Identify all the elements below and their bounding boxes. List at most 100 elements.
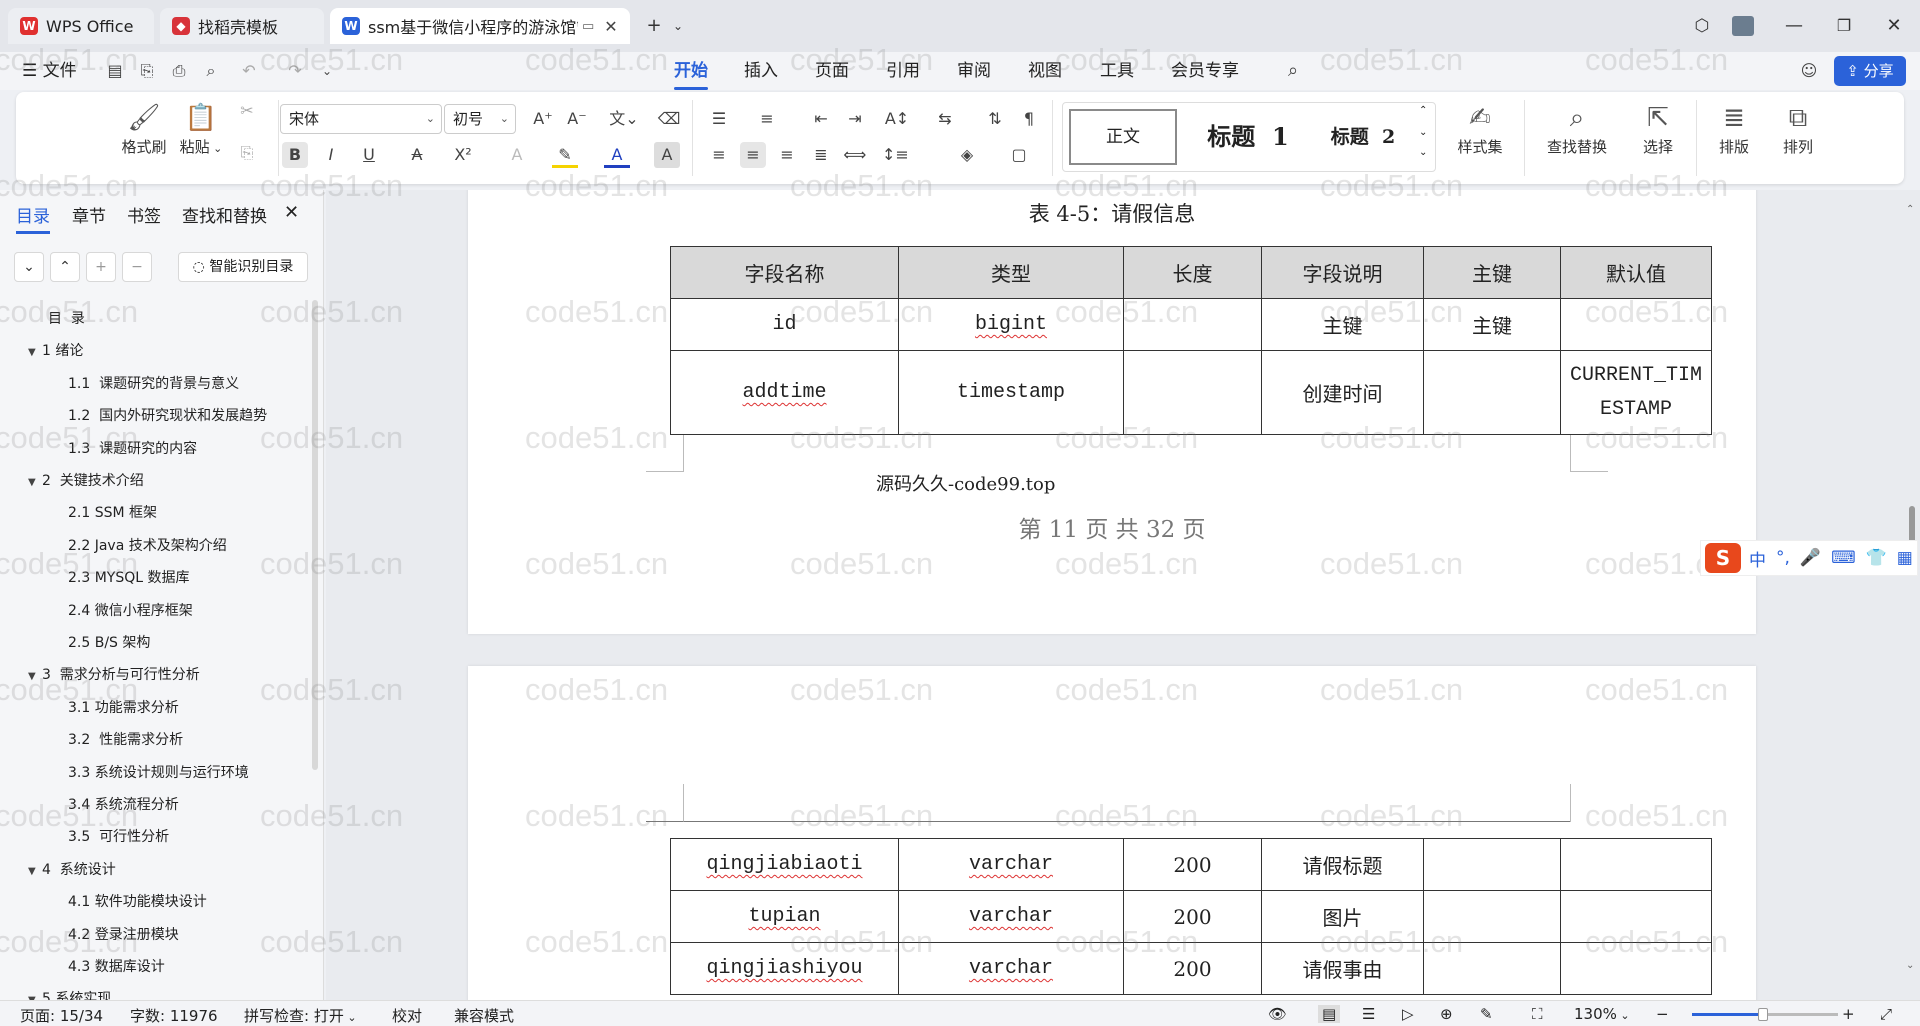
toc-item[interactable]: 3.4 系统流程分析 [68,794,179,814]
smart-toc-button[interactable]: ◌ 智能识别目录 [178,252,308,282]
chat-icon[interactable]: ☺ [1796,58,1822,84]
export-icon[interactable]: ⎘ [134,58,160,84]
undo-icon[interactable]: ↶ [236,58,262,84]
expand-caret-icon[interactable]: ▼ [28,347,42,358]
menu-view[interactable]: 视图 [1028,58,1062,84]
zoom-select[interactable]: 130% ⌄ [1574,1005,1630,1023]
share-button[interactable]: ⇪ 分享 [1834,56,1906,86]
decrease-indent-icon[interactable]: ⇤ [808,106,834,132]
tab-find-replace[interactable]: 查找和替换 [182,202,267,227]
expand-caret-icon[interactable]: ▼ [28,671,42,682]
format-painter-button[interactable]: 🖌 格式刷 [116,100,172,157]
toc-item[interactable]: 4.2 登录注册模块 [68,924,179,944]
page-view-icon[interactable]: ▤ [1318,1005,1341,1023]
close-tab-icon[interactable]: ✕ [604,17,617,36]
justify-icon[interactable]: ≣ [808,142,834,168]
toc-item[interactable]: 2.2 Java 技术及架构介绍 [68,535,227,555]
font-size-select[interactable]: 初号 ⌄ [444,104,516,134]
spell-check[interactable]: 拼写检查: 打开 ⌄ [244,1005,357,1026]
tab-list-chevron-icon[interactable]: ⌄ [664,12,692,40]
shrink-font-icon[interactable]: A⁻ [564,106,590,132]
toc-item[interactable]: 3.5 可行性分析 [68,826,169,846]
fullscreen-icon[interactable]: ⤢ [1880,1005,1892,1023]
char-shading-icon[interactable]: A [654,142,680,168]
toc-chapter[interactable]: ▼ 1 绪论 [28,340,83,360]
align-left-icon[interactable]: ≡ [706,142,732,168]
layout-button[interactable]: ≣ 排版 [1704,100,1764,157]
menu-member[interactable]: 会员专享 [1171,58,1239,84]
expand-caret-icon[interactable]: ▼ [28,866,42,877]
zoom-slider-thumb[interactable] [1758,1008,1768,1021]
align-right-icon[interactable]: ≡ [774,142,800,168]
fit-page-icon[interactable]: ⛶ [1532,1005,1543,1023]
toc-item[interactable]: 2.4 微信小程序框架 [68,600,193,620]
menu-home[interactable]: 开始 [674,58,708,90]
align-center-icon[interactable]: ≡ [740,142,766,168]
numbered-list-icon[interactable]: ≡ [754,106,780,132]
menu-page[interactable]: 页面 [815,58,849,84]
write-icon[interactable]: ✎ [1480,1005,1493,1023]
search-icon[interactable]: ⌕ [1280,58,1306,84]
remove-icon[interactable]: − [122,252,152,282]
punct-icon[interactable]: °, [1776,548,1790,568]
toc-item[interactable]: 2.1 SSM 框架 [68,502,157,522]
tab-toc[interactable]: 目录 [16,202,50,234]
close-pane-icon[interactable]: ✕ [284,202,299,223]
select-button[interactable]: ⇱ 选择 [1628,100,1688,157]
tab-wps-office[interactable]: W WPS Office [8,8,154,44]
zoom-in-button[interactable]: + [1842,1005,1855,1023]
scroll-down-icon[interactable]: ⌄ [1906,960,1914,971]
toc-title[interactable]: 目 录 [48,308,85,328]
font-name-select[interactable]: 宋体 ⌄ [280,104,442,134]
bold-button[interactable]: B [282,142,308,168]
toc-item[interactable]: 2.5 B/S 架构 [68,632,150,652]
sort-icon[interactable]: ⇅ [982,106,1008,132]
style-expand-icon[interactable]: ⌄ [1419,147,1427,158]
show-marks-icon[interactable]: ¶ [1016,106,1042,132]
minimize-button[interactable]: — [1780,12,1808,40]
convert-icon[interactable]: ⇆ [932,106,958,132]
zoom-slider[interactable] [1692,1008,1838,1021]
style-heading1[interactable]: 标题 1 [1193,109,1303,165]
cut-icon[interactable]: ✂ [234,98,260,124]
customize-chevron-icon[interactable]: ⌄ [314,58,340,84]
tab-bookmark[interactable]: 书签 [127,202,161,227]
grow-font-icon[interactable]: A⁺ [530,106,556,132]
style-normal[interactable]: 正文 [1069,109,1177,165]
superscript-button[interactable]: X² [450,142,476,168]
highlight-icon[interactable]: ✎ [552,142,578,168]
tab-screen-icon[interactable]: ▭ [582,19,594,34]
expand-caret-icon[interactable]: ▼ [28,477,42,488]
keyboard-icon[interactable]: ⌨ [1831,548,1856,568]
phonetic-icon[interactable]: 文⌄ [604,106,644,132]
redo-icon[interactable]: ↷ [282,58,308,84]
toc-item[interactable]: 1.3 课题研究的内容 [68,438,197,458]
sogou-logo-icon[interactable]: S [1705,543,1741,573]
close-window-button[interactable]: ✕ [1880,12,1908,40]
tab-template[interactable]: ◆ 找稻壳模板 [160,8,324,44]
pane-scrollbar[interactable] [312,300,318,770]
apps-icon[interactable]: ▦ [1897,548,1913,568]
menu-reference[interactable]: 引用 [886,58,920,84]
menu-review[interactable]: 审阅 [957,58,991,84]
find-replace-button[interactable]: ⌕ 查找替换 [1532,100,1622,157]
zoom-out-button[interactable]: − [1656,1005,1669,1023]
ime-lang[interactable]: 中 [1749,546,1766,571]
mic-icon[interactable]: 🎤 [1800,548,1821,568]
text-effect-icon[interactable]: A [504,142,530,168]
bullet-list-icon[interactable]: ☰ [706,106,732,132]
italic-button[interactable]: I [318,142,344,168]
toc-chapter[interactable]: ▼ 3 需求分析与可行性分析 [28,664,200,684]
eye-icon[interactable]: 👁 [1268,1005,1287,1023]
tab-document[interactable]: W ssm基于微信小程序的游泳馆管 ▭ ✕ [330,8,630,44]
page-count[interactable]: 页面: 15/34 [20,1005,103,1026]
save-icon[interactable]: ▤ [102,58,128,84]
increase-indent-icon[interactable]: ⇥ [842,106,868,132]
avatar[interactable] [1732,16,1754,36]
eraser-icon[interactable]: ⌫ [656,106,682,132]
toc-item[interactable]: 1.1 课题研究的背景与意义 [68,373,239,393]
collapse-up-icon[interactable]: ⌃ [50,252,80,282]
menu-insert[interactable]: 插入 [744,58,778,84]
underline-button[interactable]: U [356,142,382,168]
arrange-button[interactable]: ⧉ 排列 [1768,100,1828,157]
